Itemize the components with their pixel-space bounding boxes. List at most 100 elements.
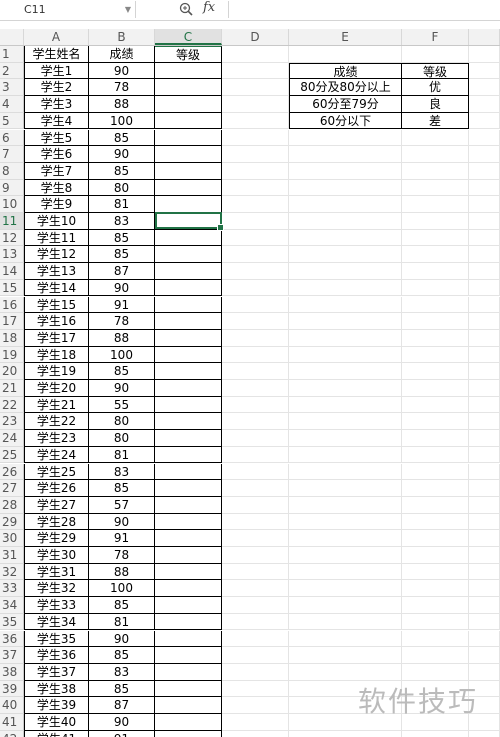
cell-f35[interactable] (402, 613, 469, 631)
cell-c8[interactable] (155, 162, 222, 180)
chevron-down-icon[interactable]: ▼ (125, 1, 131, 18)
row-header[interactable]: 28 (0, 496, 24, 514)
row-header[interactable]: 40 (0, 697, 24, 714)
cell-a4[interactable]: 学生3 (24, 96, 89, 113)
cell-b16[interactable]: 91 (89, 296, 155, 314)
cell-a7[interactable]: 学生6 (24, 146, 89, 163)
cell-d12[interactable] (222, 229, 289, 247)
lookup-grade[interactable]: 优 (402, 79, 469, 97)
lookup-score-range[interactable]: 60分以下 (289, 112, 402, 130)
cell-c18[interactable] (155, 329, 222, 347)
cell-c22[interactable] (155, 396, 222, 414)
cell-f12[interactable] (402, 229, 469, 247)
row-header[interactable]: 3 (0, 79, 24, 97)
cell-c36[interactable] (155, 630, 222, 648)
lookup-grade[interactable]: 差 (402, 112, 469, 130)
row-header[interactable]: 12 (0, 229, 24, 247)
cell-a5[interactable]: 学生4 (24, 112, 89, 130)
cell-b25[interactable]: 81 (89, 446, 155, 464)
cell-f42[interactable] (402, 730, 469, 737)
cell-f1[interactable] (402, 46, 469, 63)
row-header[interactable]: 18 (0, 329, 24, 347)
cell-e37[interactable] (289, 647, 402, 664)
cell-b22[interactable]: 55 (89, 396, 155, 414)
cell-c41[interactable] (155, 714, 222, 731)
cell-b23[interactable]: 80 (89, 413, 155, 431)
cell-e7[interactable] (289, 146, 402, 163)
cell-g30[interactable] (469, 530, 500, 547)
cell-b3[interactable]: 78 (89, 79, 155, 97)
cell-b37[interactable]: 85 (89, 647, 155, 664)
active-cell-outline[interactable] (155, 212, 224, 231)
cell-c30[interactable] (155, 530, 222, 547)
cell-d23[interactable] (222, 413, 289, 431)
cell-b6[interactable]: 85 (89, 129, 155, 147)
cell-c38[interactable] (155, 663, 222, 681)
cell-g12[interactable] (469, 229, 500, 247)
cell-d42[interactable] (222, 730, 289, 737)
cell-b32[interactable]: 88 (89, 563, 155, 581)
row-header[interactable]: 25 (0, 446, 24, 464)
row-header[interactable]: 2 (0, 62, 24, 80)
cell-e6[interactable] (289, 129, 402, 147)
cell-g7[interactable] (469, 146, 500, 163)
cell-f33[interactable] (402, 580, 469, 598)
row-header[interactable]: 32 (0, 563, 24, 581)
cell-a19[interactable]: 学生18 (24, 346, 89, 364)
cell-c29[interactable] (155, 513, 222, 531)
cell-b7[interactable]: 90 (89, 146, 155, 163)
cell-f7[interactable] (402, 146, 469, 163)
row-header[interactable]: 27 (0, 480, 24, 497)
cell-g33[interactable] (469, 580, 500, 598)
cell-d4[interactable] (222, 96, 289, 113)
cell-g18[interactable] (469, 329, 500, 347)
cell-g4[interactable] (469, 96, 500, 113)
cell-f23[interactable] (402, 413, 469, 431)
row-header[interactable]: 9 (0, 179, 24, 197)
cell-f28[interactable] (402, 496, 469, 514)
cell-d17[interactable] (222, 313, 289, 330)
cell-c19[interactable] (155, 346, 222, 364)
column-header-f[interactable]: F (402, 29, 469, 45)
cell-b39[interactable]: 85 (89, 680, 155, 698)
cell-a8[interactable]: 学生7 (24, 162, 89, 180)
cell-a17[interactable]: 学生16 (24, 313, 89, 330)
row-header[interactable]: 35 (0, 613, 24, 631)
cell-c5[interactable] (155, 112, 222, 130)
cell-c2[interactable] (155, 62, 222, 80)
cell-e18[interactable] (289, 329, 402, 347)
lookup-score-range[interactable]: 80分及80分以上 (289, 79, 402, 97)
cell-a20[interactable]: 学生19 (24, 363, 89, 380)
cell-b19[interactable]: 100 (89, 346, 155, 364)
cell-c37[interactable] (155, 647, 222, 664)
cell-c3[interactable] (155, 79, 222, 97)
row-header[interactable]: 33 (0, 580, 24, 598)
cell-f24[interactable] (402, 430, 469, 447)
cell-b38[interactable]: 83 (89, 663, 155, 681)
cell-a21[interactable]: 学生20 (24, 380, 89, 397)
cell-g6[interactable] (469, 129, 500, 147)
cell-a14[interactable]: 学生13 (24, 263, 89, 280)
cell-a27[interactable]: 学生26 (24, 480, 89, 497)
cell-a37[interactable]: 学生36 (24, 647, 89, 664)
cell-d40[interactable] (222, 697, 289, 714)
cell-c25[interactable] (155, 446, 222, 464)
cell-a11[interactable]: 学生10 (24, 213, 89, 230)
cell-b24[interactable]: 80 (89, 430, 155, 447)
cell-c31[interactable] (155, 547, 222, 564)
cell-g32[interactable] (469, 563, 500, 581)
cell-c16[interactable] (155, 296, 222, 314)
cell-g1[interactable] (469, 46, 500, 63)
cell-e34[interactable] (289, 597, 402, 614)
row-header[interactable]: 24 (0, 430, 24, 447)
cell-g16[interactable] (469, 296, 500, 314)
cell-c13[interactable] (155, 246, 222, 264)
cell-g27[interactable] (469, 480, 500, 497)
cell-b26[interactable]: 83 (89, 463, 155, 481)
cell-g21[interactable] (469, 380, 500, 397)
cell-a35[interactable]: 学生34 (24, 613, 89, 631)
cell-c28[interactable] (155, 496, 222, 514)
cell-c10[interactable] (155, 196, 222, 213)
row-header[interactable]: 10 (0, 196, 24, 213)
fill-handle[interactable] (217, 224, 224, 231)
